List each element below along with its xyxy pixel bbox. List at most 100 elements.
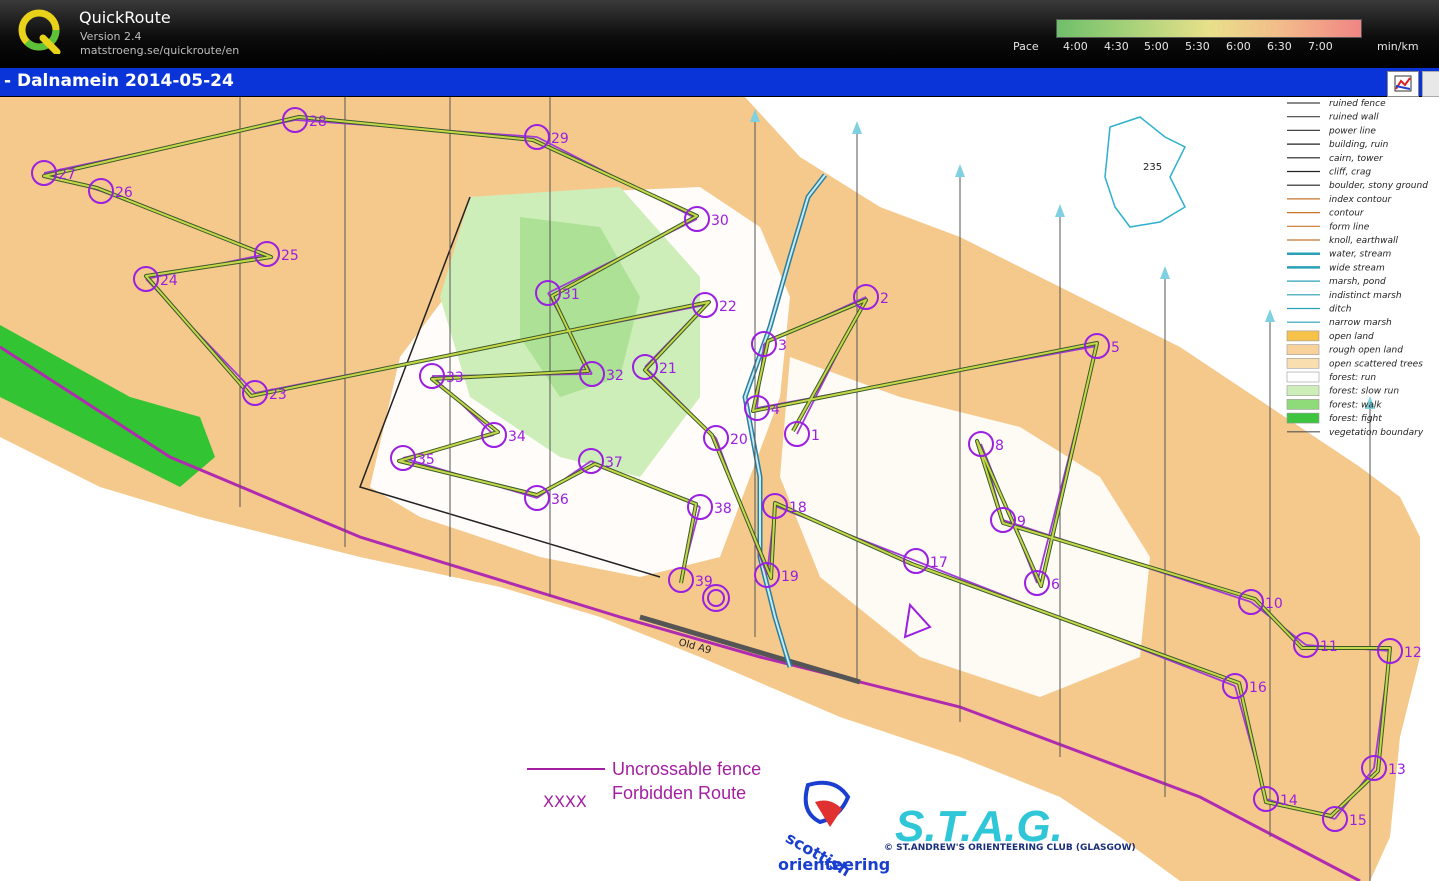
control-number: 25: [281, 248, 299, 264]
legend-item-label: form line: [1329, 222, 1370, 232]
legend-swatch: [1286, 385, 1320, 397]
control-number: 24: [160, 273, 178, 289]
control-number: 27: [58, 167, 76, 183]
legend-item-label: contour: [1329, 209, 1365, 219]
pace-tick: 4:30: [1104, 40, 1129, 53]
app-url[interactable]: matstroeng.se/quickroute/en: [80, 44, 239, 57]
legend-item-label: cliff, crag: [1329, 168, 1371, 178]
control-number: 15: [1349, 813, 1367, 829]
control-number: 9: [1017, 514, 1026, 530]
control-number: 14: [1280, 793, 1298, 809]
map-title: - Dalnamein 2014-05-24: [4, 71, 234, 91]
legend-item-label: cairn, tower: [1329, 154, 1384, 164]
stag-subtitle: © ST.ANDREW'S ORIENTEERING CLUB (GLASGOW…: [884, 843, 1136, 853]
legend-item-label: ditch: [1329, 305, 1352, 315]
control-number: 6: [1051, 577, 1060, 593]
map-canvas[interactable]: 235 ruined fence ruined wall power line bui…: [0, 97, 1439, 881]
map-legend: ruined fence ruined wall power line buildin…: [1286, 99, 1428, 438]
quickroute-logo: [18, 9, 61, 54]
control-number: 20: [730, 432, 748, 448]
legend-item-label: rough open land: [1329, 346, 1403, 356]
forbidden-legend-label: Forbidden Route: [612, 783, 746, 803]
legend-swatch: [1286, 357, 1320, 369]
scottish-orienteering-logo: scottish orienteering: [778, 780, 890, 880]
app-version: Version 2.4: [80, 30, 142, 43]
control-number: 2: [880, 291, 889, 307]
orienteering-map: 235 ruined fenceruined wallpower linebui…: [0, 97, 1428, 881]
pace-tick: 4:00: [1063, 40, 1088, 53]
map-title-bar: - Dalnamein 2014-05-24: [0, 68, 1439, 96]
legend-swatch: [1286, 412, 1320, 424]
legend-item-label: forest: run: [1329, 373, 1376, 383]
control-number: 18: [789, 500, 807, 516]
legend-swatch: [1286, 344, 1320, 355]
control-number: 22: [719, 299, 737, 315]
legend-item-label: wide stream: [1329, 263, 1385, 273]
legend-item-label: ruined wall: [1329, 113, 1379, 123]
control-number: 11: [1320, 639, 1338, 655]
legend-item-label: building, ruin: [1329, 140, 1389, 150]
control-number: 1: [811, 428, 820, 444]
legend-item-label: ruined fence: [1329, 99, 1386, 109]
legend-item-label: vegetation boundary: [1329, 428, 1424, 438]
control-number: 34: [508, 429, 526, 445]
control-number: 3: [778, 338, 787, 354]
pace-tick: 5:00: [1144, 40, 1169, 53]
control-number: 38: [714, 501, 732, 517]
app-name: QuickRoute: [79, 8, 171, 27]
control-number: 29: [551, 131, 569, 147]
control-number: 10: [1265, 596, 1283, 612]
pace-color-scale: [1056, 19, 1362, 38]
control-number: 17: [930, 555, 948, 571]
control-number: 26: [115, 185, 133, 201]
pace-tick: 7:00: [1308, 40, 1333, 53]
legend-item-label: forest: slow run: [1329, 387, 1399, 397]
legend-swatch: [1286, 330, 1320, 342]
legend-item-label: index contour: [1329, 195, 1393, 205]
legend-item-label: open land: [1329, 332, 1374, 342]
chart-icon: [1394, 75, 1412, 92]
pace-label: Pace: [1013, 40, 1039, 53]
control-number: 5: [1111, 340, 1120, 356]
legend-item-label: marsh, pond: [1329, 277, 1386, 287]
control-number: 39: [695, 574, 713, 590]
control-number: 12: [1404, 645, 1422, 661]
control-number: 37: [605, 455, 623, 471]
control-number: 19: [781, 569, 799, 585]
legend-item-label: knoll, earthwall: [1329, 236, 1399, 246]
control-number: 13: [1388, 762, 1406, 778]
chart-toggle-button[interactable]: [1387, 71, 1419, 97]
control-number: 36: [551, 492, 569, 508]
scroll-right-button[interactable]: [1422, 71, 1439, 97]
control-number: 32: [606, 368, 624, 384]
forbidden-symbol: XXXX: [543, 792, 587, 811]
control-number: 30: [711, 213, 729, 229]
control-number: 4: [771, 402, 780, 418]
control-number: 8: [995, 438, 1004, 454]
legend-item-label: forest: fight: [1329, 414, 1382, 424]
control-number: 28: [309, 114, 327, 130]
control-number: 23: [269, 387, 287, 403]
pace-tick: 6:30: [1267, 40, 1292, 53]
legend-item-label: power line: [1328, 126, 1376, 136]
orienteering-text: orienteering: [778, 855, 890, 874]
legend-item-label: water, stream: [1329, 250, 1392, 260]
pace-tick: 5:30: [1185, 40, 1210, 53]
scotland-inset: 235: [1104, 116, 1187, 228]
legend-item-label: open scattered trees: [1329, 359, 1423, 369]
legend-swatch: [1286, 371, 1320, 383]
fence-legend-label: Uncrossable fence: [612, 759, 761, 779]
legend-swatch: [1286, 399, 1320, 410]
app-header: QuickRoute Version 2.4 matstroeng.se/qui…: [0, 0, 1439, 66]
legend-item-label: narrow marsh: [1329, 318, 1392, 328]
inset-number: 235: [1143, 162, 1162, 173]
control-number: 35: [417, 452, 435, 468]
control-number: 31: [562, 287, 580, 303]
legend-item-label: boulder, stony ground: [1329, 181, 1428, 191]
control-number: 21: [659, 361, 677, 377]
legend-item-label: forest: walk: [1329, 400, 1382, 410]
control-number: 16: [1249, 680, 1267, 696]
control-number: 33: [446, 370, 464, 386]
pace-unit: min/km: [1377, 40, 1419, 53]
pace-tick: 6:00: [1226, 40, 1251, 53]
